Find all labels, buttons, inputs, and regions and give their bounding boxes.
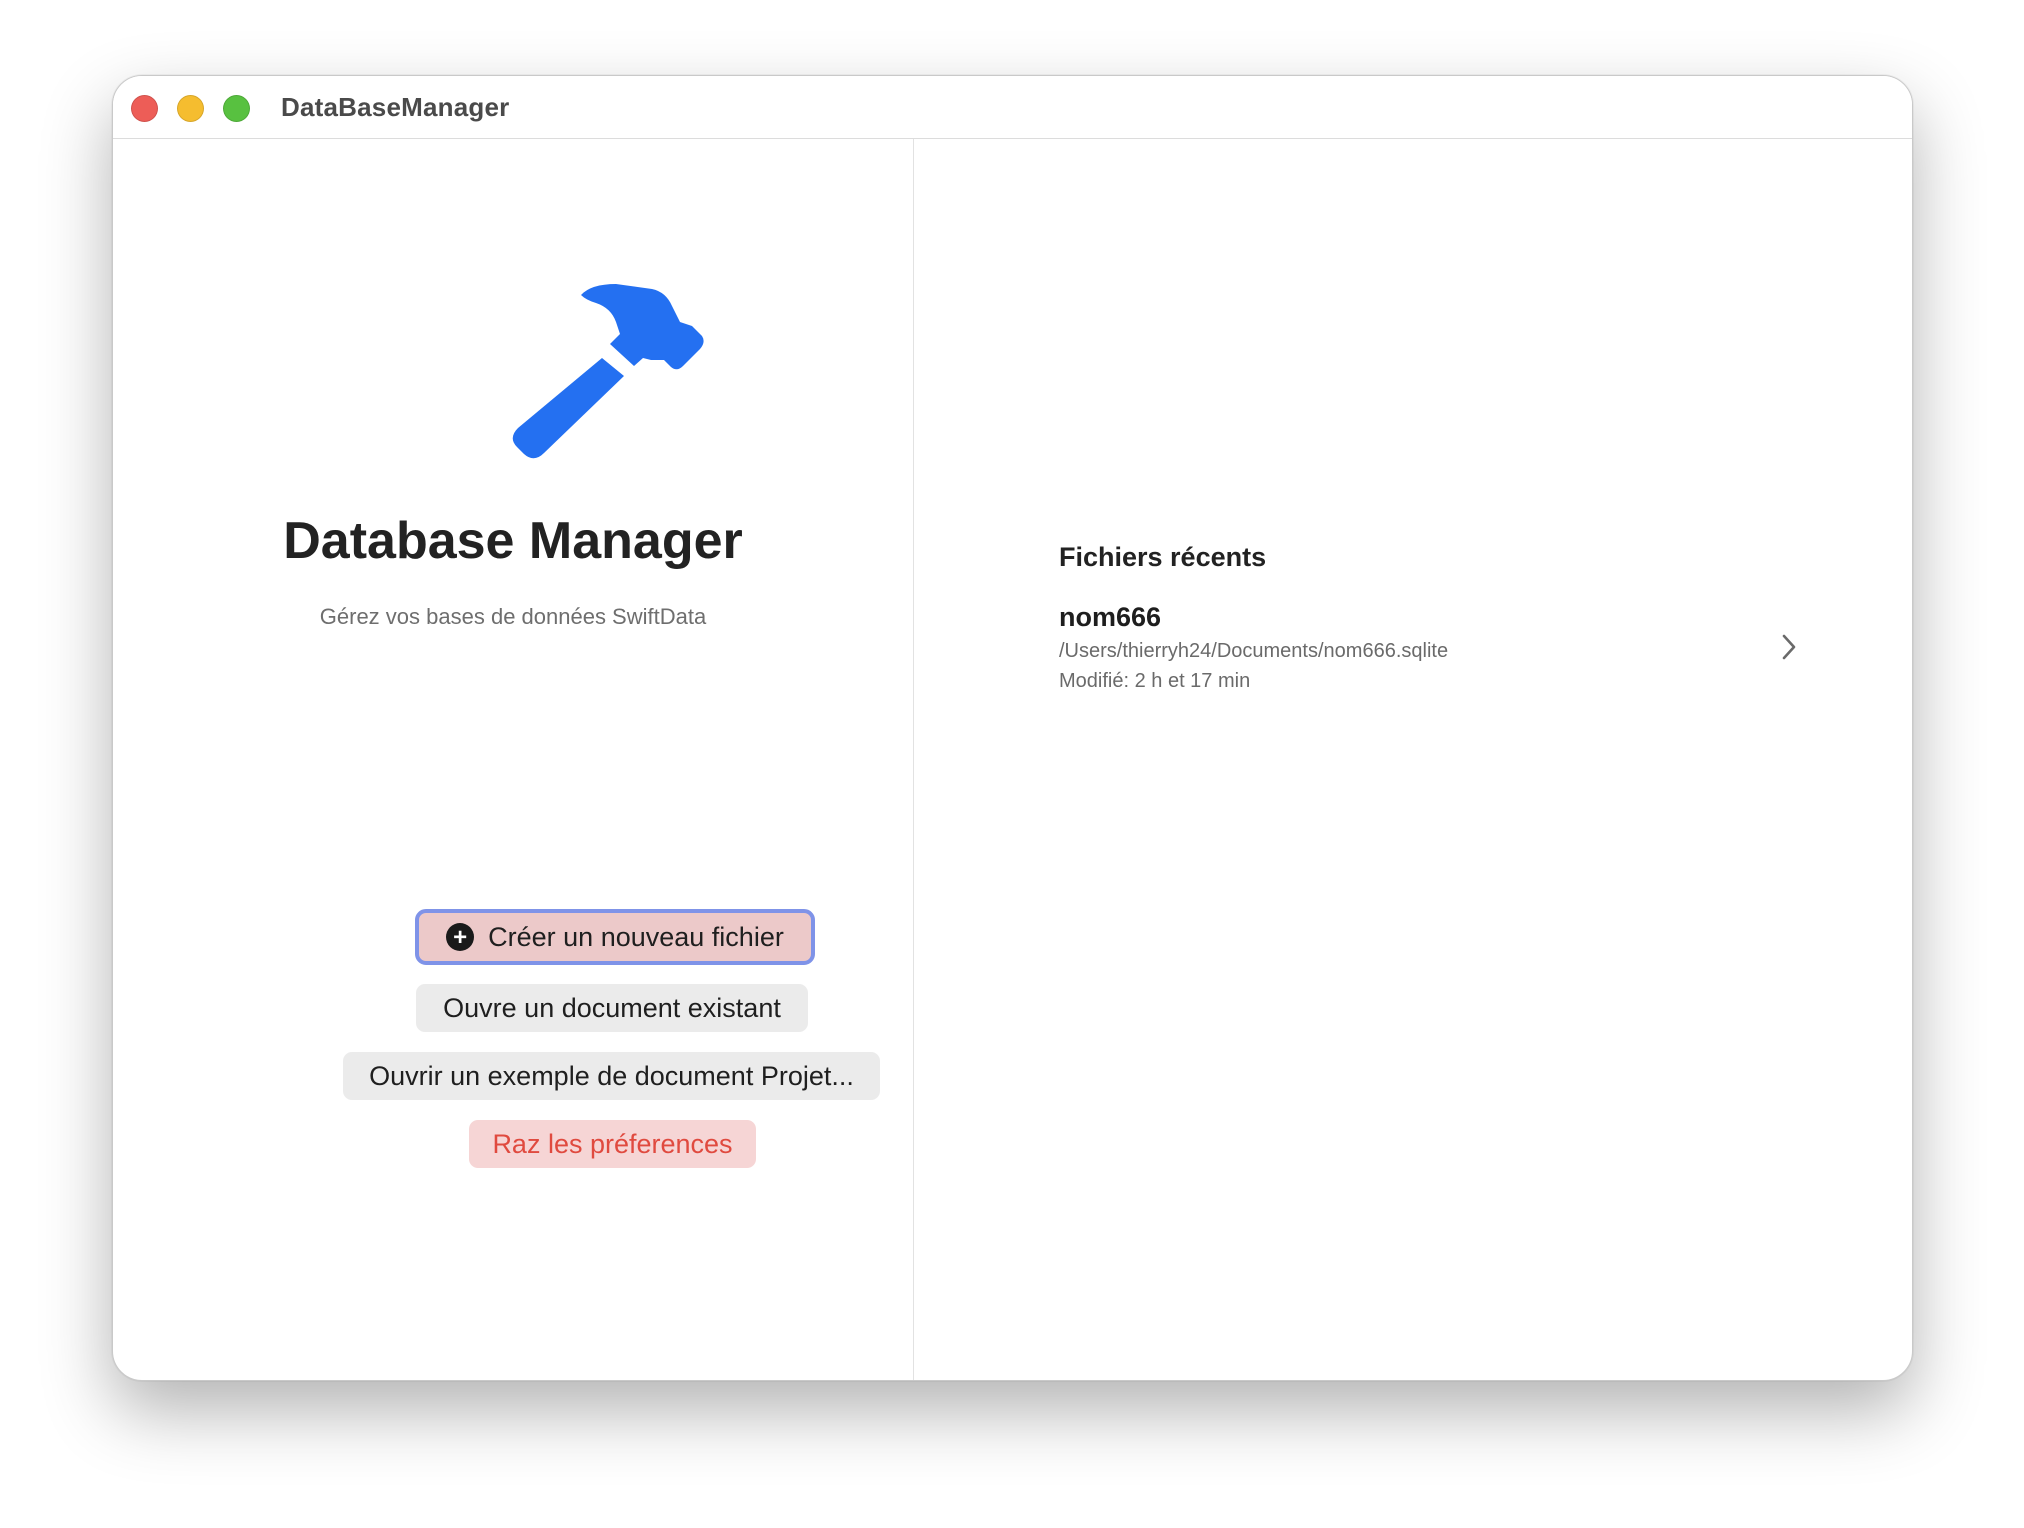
open-document-label: Ouvre un document existant — [443, 993, 781, 1023]
create-file-button[interactable]: + Créer un nouveau fichier — [415, 909, 815, 965]
create-file-label: Créer un nouveau fichier — [488, 922, 784, 952]
close-window-button[interactable] — [131, 95, 158, 122]
open-document-button[interactable]: Ouvre un document existant — [416, 984, 808, 1032]
plus-circle-icon: + — [446, 923, 475, 951]
reset-preferences-button[interactable]: Raz les préferences — [469, 1120, 756, 1168]
zoom-window-button[interactable] — [223, 95, 250, 122]
recent-file-name: nom666 — [1059, 602, 1162, 632]
recent-file-path: /Users/thierryh24/Documents/nom666.sqlit… — [1059, 640, 1449, 662]
app-window: DataBaseManager Database Manager Gérez v… — [112, 75, 1913, 1381]
minimize-window-button[interactable] — [177, 95, 204, 122]
recent-files-panel: Fichiers récents nom666 /Users/thierryh2… — [914, 139, 1912, 1380]
reset-preferences-label: Raz les préferences — [492, 1129, 733, 1159]
chevron-right-icon — [1782, 634, 1796, 660]
app-subtitle: Gérez vos bases de données SwiftData — [319, 604, 707, 629]
recent-file-modified: Modifié: 2 h et 17 min — [1059, 670, 1251, 692]
recent-file-row[interactable]: nom666 /Users/thierryh24/Documents/nom66… — [1059, 602, 1799, 702]
recent-files-heading: Fichiers récents — [1059, 542, 1267, 572]
hammer-icon — [512, 284, 704, 459]
open-example-label: Ouvrir un exemple de document Projet... — [369, 1061, 854, 1091]
title-bar: DataBaseManager — [113, 76, 1912, 139]
app-title: Database Manager — [283, 512, 743, 570]
window-title: DataBaseManager — [281, 92, 510, 122]
welcome-panel: Database Manager Gérez vos bases de donn… — [113, 139, 913, 1380]
open-example-button[interactable]: Ouvrir un exemple de document Projet... — [343, 1052, 880, 1100]
